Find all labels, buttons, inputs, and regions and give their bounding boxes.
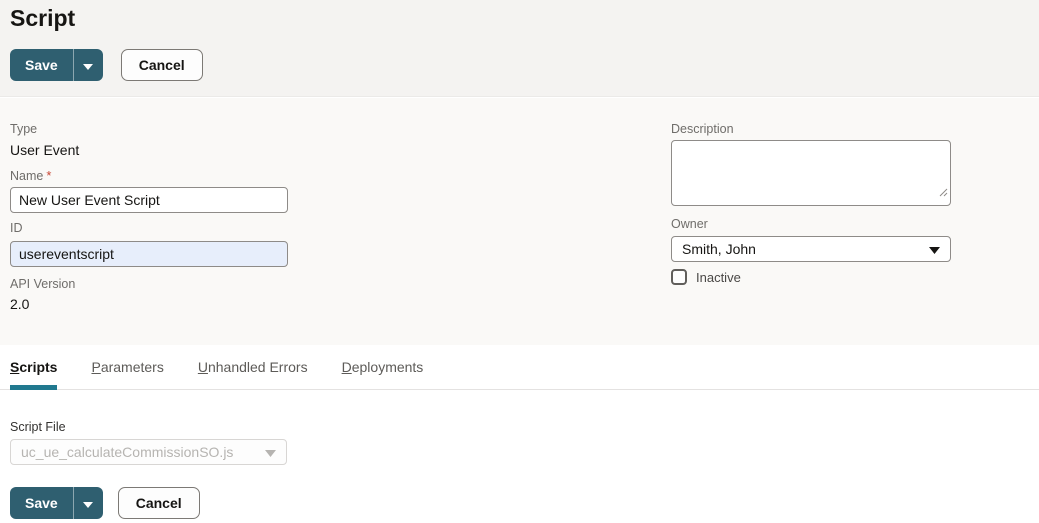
page-header: Script Save Cancel: [0, 0, 1039, 97]
api-version-label: API Version: [10, 277, 76, 291]
main-form: Type User Event Name* ID API Version 2.0…: [0, 98, 1039, 345]
inactive-checkbox-row[interactable]: Inactive: [671, 269, 741, 285]
owner-select[interactable]: Smith, John: [671, 236, 951, 262]
description-textarea[interactable]: [671, 140, 951, 206]
tab-parameters[interactable]: Parameters: [91, 345, 163, 389]
chevron-down-icon: [83, 496, 94, 511]
save-options-button-bottom[interactable]: [72, 487, 103, 519]
owner-label: Owner: [671, 217, 708, 231]
chevron-down-icon: [929, 241, 940, 257]
save-split-button-bottom[interactable]: Save: [10, 487, 103, 519]
inactive-checkbox[interactable]: [671, 269, 687, 285]
tab-section: Scripts Parameters Unhandled Errors Depl…: [0, 345, 1039, 523]
script-file-select[interactable]: uc_ue_calculateCommissionSO.js: [10, 439, 287, 465]
type-value: User Event: [10, 142, 80, 158]
required-asterisk: *: [46, 168, 52, 183]
type-label: Type: [10, 122, 38, 136]
cancel-button[interactable]: Cancel: [120, 49, 203, 81]
page-title: Script: [10, 5, 76, 31]
script-file-label: Script File: [10, 420, 66, 434]
tab-scripts[interactable]: Scripts: [10, 345, 58, 390]
save-split-button[interactable]: Save: [10, 49, 103, 81]
owner-select-value: Smith, John: [682, 241, 756, 257]
inactive-checkbox-label: Inactive: [696, 269, 741, 285]
cancel-button-bottom[interactable]: Cancel: [117, 487, 200, 519]
script-file-select-value: uc_ue_calculateCommissionSO.js: [21, 444, 234, 460]
chevron-down-icon: [265, 444, 276, 460]
name-label: Name *: [10, 168, 52, 183]
top-toolbar: Save Cancel: [10, 49, 203, 81]
name-input[interactable]: [10, 187, 288, 213]
save-options-button[interactable]: [72, 49, 103, 81]
tabs-bar: Scripts Parameters Unhandled Errors Depl…: [0, 345, 1039, 390]
api-version-value: 2.0: [10, 296, 30, 312]
tab-unhandled-errors[interactable]: Unhandled Errors: [198, 345, 308, 389]
save-button[interactable]: Save: [10, 49, 73, 81]
description-label: Description: [671, 122, 734, 136]
id-label: ID: [10, 221, 23, 235]
save-button-bottom[interactable]: Save: [10, 487, 73, 519]
id-input[interactable]: [10, 241, 288, 267]
bottom-toolbar: Save Cancel: [10, 487, 200, 519]
description-field-wrap: [671, 140, 951, 206]
chevron-down-icon: [83, 58, 94, 73]
tab-deployments[interactable]: Deployments: [342, 345, 424, 389]
